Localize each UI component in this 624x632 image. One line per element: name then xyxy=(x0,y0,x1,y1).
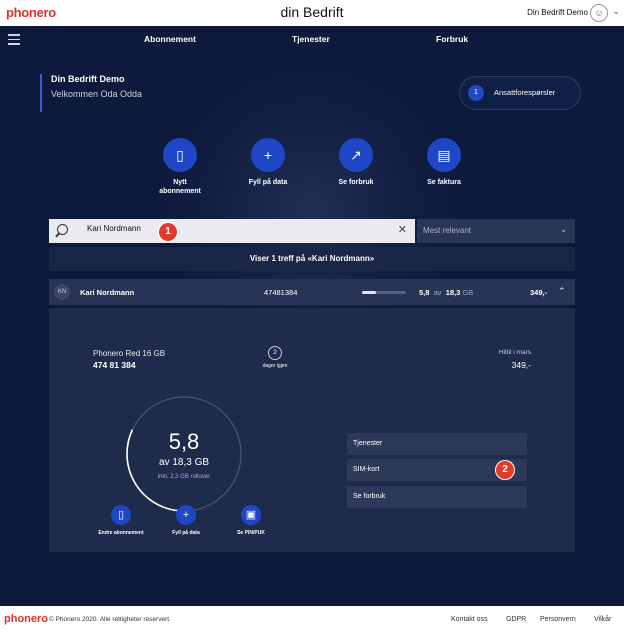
sort-selected-value: Mest relevant xyxy=(423,226,472,235)
quick-action-label: Se forbruk xyxy=(338,179,374,186)
action-label: Endre abonnement xyxy=(98,530,144,536)
footer-link-gdpr[interactable]: GDPR xyxy=(506,616,526,623)
plan-name: Phonero Red 16 GB xyxy=(93,349,166,358)
days-left-label: dager igjen xyxy=(262,363,288,369)
gauge-total: av 18,3 GB xyxy=(158,457,210,468)
nav-forbruk[interactable]: Forbruk xyxy=(436,34,468,44)
search-icon xyxy=(57,224,68,235)
days-left-count: 2 xyxy=(268,346,282,360)
plus-icon: + xyxy=(251,138,285,172)
account-name[interactable]: Din Bedrift Demo xyxy=(527,8,588,17)
footer: phonero © Phonero 2020. Alle rettigheter… xyxy=(0,606,624,632)
see-usage-button[interactable]: ↗ Se forbruk xyxy=(321,138,391,187)
top-up-data-action[interactable]: + Fyll på data xyxy=(155,505,217,536)
nav-abonnement[interactable]: Abonnement xyxy=(144,34,196,44)
results-count: Viser 1 treff på «Kari Nordmann» xyxy=(49,247,575,271)
employee-requests-label: Ansattforespørsler xyxy=(494,88,556,97)
user-icon[interactable]: ☺ xyxy=(590,4,608,22)
new-subscription-button[interactable]: ▯ Nytt abonnement xyxy=(145,138,215,196)
usage-of: av xyxy=(433,288,442,297)
top-up-data-button[interactable]: + Fyll på data xyxy=(233,138,303,187)
gauge-rollover: inkl. 2,3 GB rollover xyxy=(157,474,211,480)
search-input[interactable] xyxy=(87,224,387,233)
phone-icon: ▯ xyxy=(111,505,131,525)
request-count-badge: 1 xyxy=(468,85,484,101)
usage-unit: GB xyxy=(462,288,474,297)
subscription-row[interactable]: KN Kari Nordmann 47481384 5,8 av 18,3 GB… xyxy=(49,279,575,305)
footer-logo[interactable]: phonero xyxy=(4,613,48,625)
usage-progress-bar xyxy=(362,291,406,294)
chevron-down-icon: ⌄ xyxy=(560,225,567,234)
sort-select[interactable]: Mest relevant ⌄ xyxy=(417,219,575,243)
annotation-badge-1: 1 xyxy=(159,223,177,241)
see-invoice-button[interactable]: ▤ Se faktura xyxy=(409,138,479,187)
days-left: 2 dager igjen xyxy=(250,346,300,369)
menu-tjenester[interactable]: Tjenester xyxy=(347,433,527,455)
see-pin-puk-button[interactable]: ▣ Se PIN/PUK xyxy=(220,505,282,536)
usage-text: 5,8 av 18,3 GB xyxy=(419,288,473,297)
gauge-value: 5,8 xyxy=(168,429,200,454)
phone-number: 47481384 xyxy=(264,288,298,297)
nav-tjenester[interactable]: Tjenester xyxy=(292,34,330,44)
quick-action-label-2: abonnement xyxy=(159,188,201,195)
quick-action-label: Fyll på data xyxy=(248,179,288,186)
copyright: © Phonero 2020. Alle rettigheter reserve… xyxy=(49,616,171,623)
lock-icon: ▣ xyxy=(241,505,261,525)
close-icon[interactable]: ✕ xyxy=(398,223,407,236)
quick-action-label: Se faktura xyxy=(427,179,461,186)
footer-link-kontakt[interactable]: Kontakt oss xyxy=(451,616,488,623)
phone-icon: ▯ xyxy=(163,138,197,172)
quick-action-label: Nytt xyxy=(173,179,187,186)
greeting: Velkommen Oda Odda xyxy=(51,89,143,99)
invoice-icon: ▤ xyxy=(427,138,461,172)
footer-link-vilkar[interactable]: Vilkår xyxy=(594,616,611,623)
subscription-detail-panel: Phonero Red 16 GB 474 81 384 2 dager igj… xyxy=(49,308,575,552)
hamburger-menu-icon[interactable] xyxy=(8,34,20,48)
plan-phone: 474 81 384 xyxy=(93,360,136,370)
usage-used: 5,8 xyxy=(419,288,430,297)
welcome-block: Din Bedrift Demo Velkommen Oda Odda xyxy=(40,74,142,112)
usage-total: 18,3 xyxy=(445,288,461,297)
chevron-up-icon[interactable]: ⌃ xyxy=(558,286,566,297)
plus-icon: + xyxy=(176,505,196,525)
subscription-price: 349,- xyxy=(530,288,548,297)
month-label: Hittil i mars xyxy=(498,349,531,356)
footer-link-personvern[interactable]: Personvern xyxy=(540,616,576,623)
chevron-down-icon[interactable]: ⌄ xyxy=(612,6,620,17)
subscriber-name: Kari Nordmann xyxy=(80,288,135,297)
chart-icon: ↗ xyxy=(339,138,373,172)
company-name: Din Bedrift Demo xyxy=(51,74,125,84)
search-bar: ✕ xyxy=(49,219,415,243)
month-amount: 349,- xyxy=(511,360,531,370)
action-label: Fyll på data xyxy=(172,530,200,536)
menu-se-forbruk[interactable]: Se forbruk xyxy=(347,486,527,508)
avatar: KN xyxy=(54,284,70,300)
usage-progress-fill xyxy=(362,291,377,294)
main-area: Abonnement Tjenester Forbruk Din Bedrift… xyxy=(0,26,624,606)
change-subscription-button[interactable]: ▯ Endre abonnement xyxy=(90,505,152,536)
employee-requests-button[interactable]: 1 Ansattforespørsler xyxy=(459,76,581,110)
action-label: Se PIN/PUK xyxy=(237,530,265,536)
top-header: phonero din Bedrift Din Bedrift Demo ☺ ⌄ xyxy=(0,0,624,26)
annotation-badge-2: 2 xyxy=(496,461,514,479)
